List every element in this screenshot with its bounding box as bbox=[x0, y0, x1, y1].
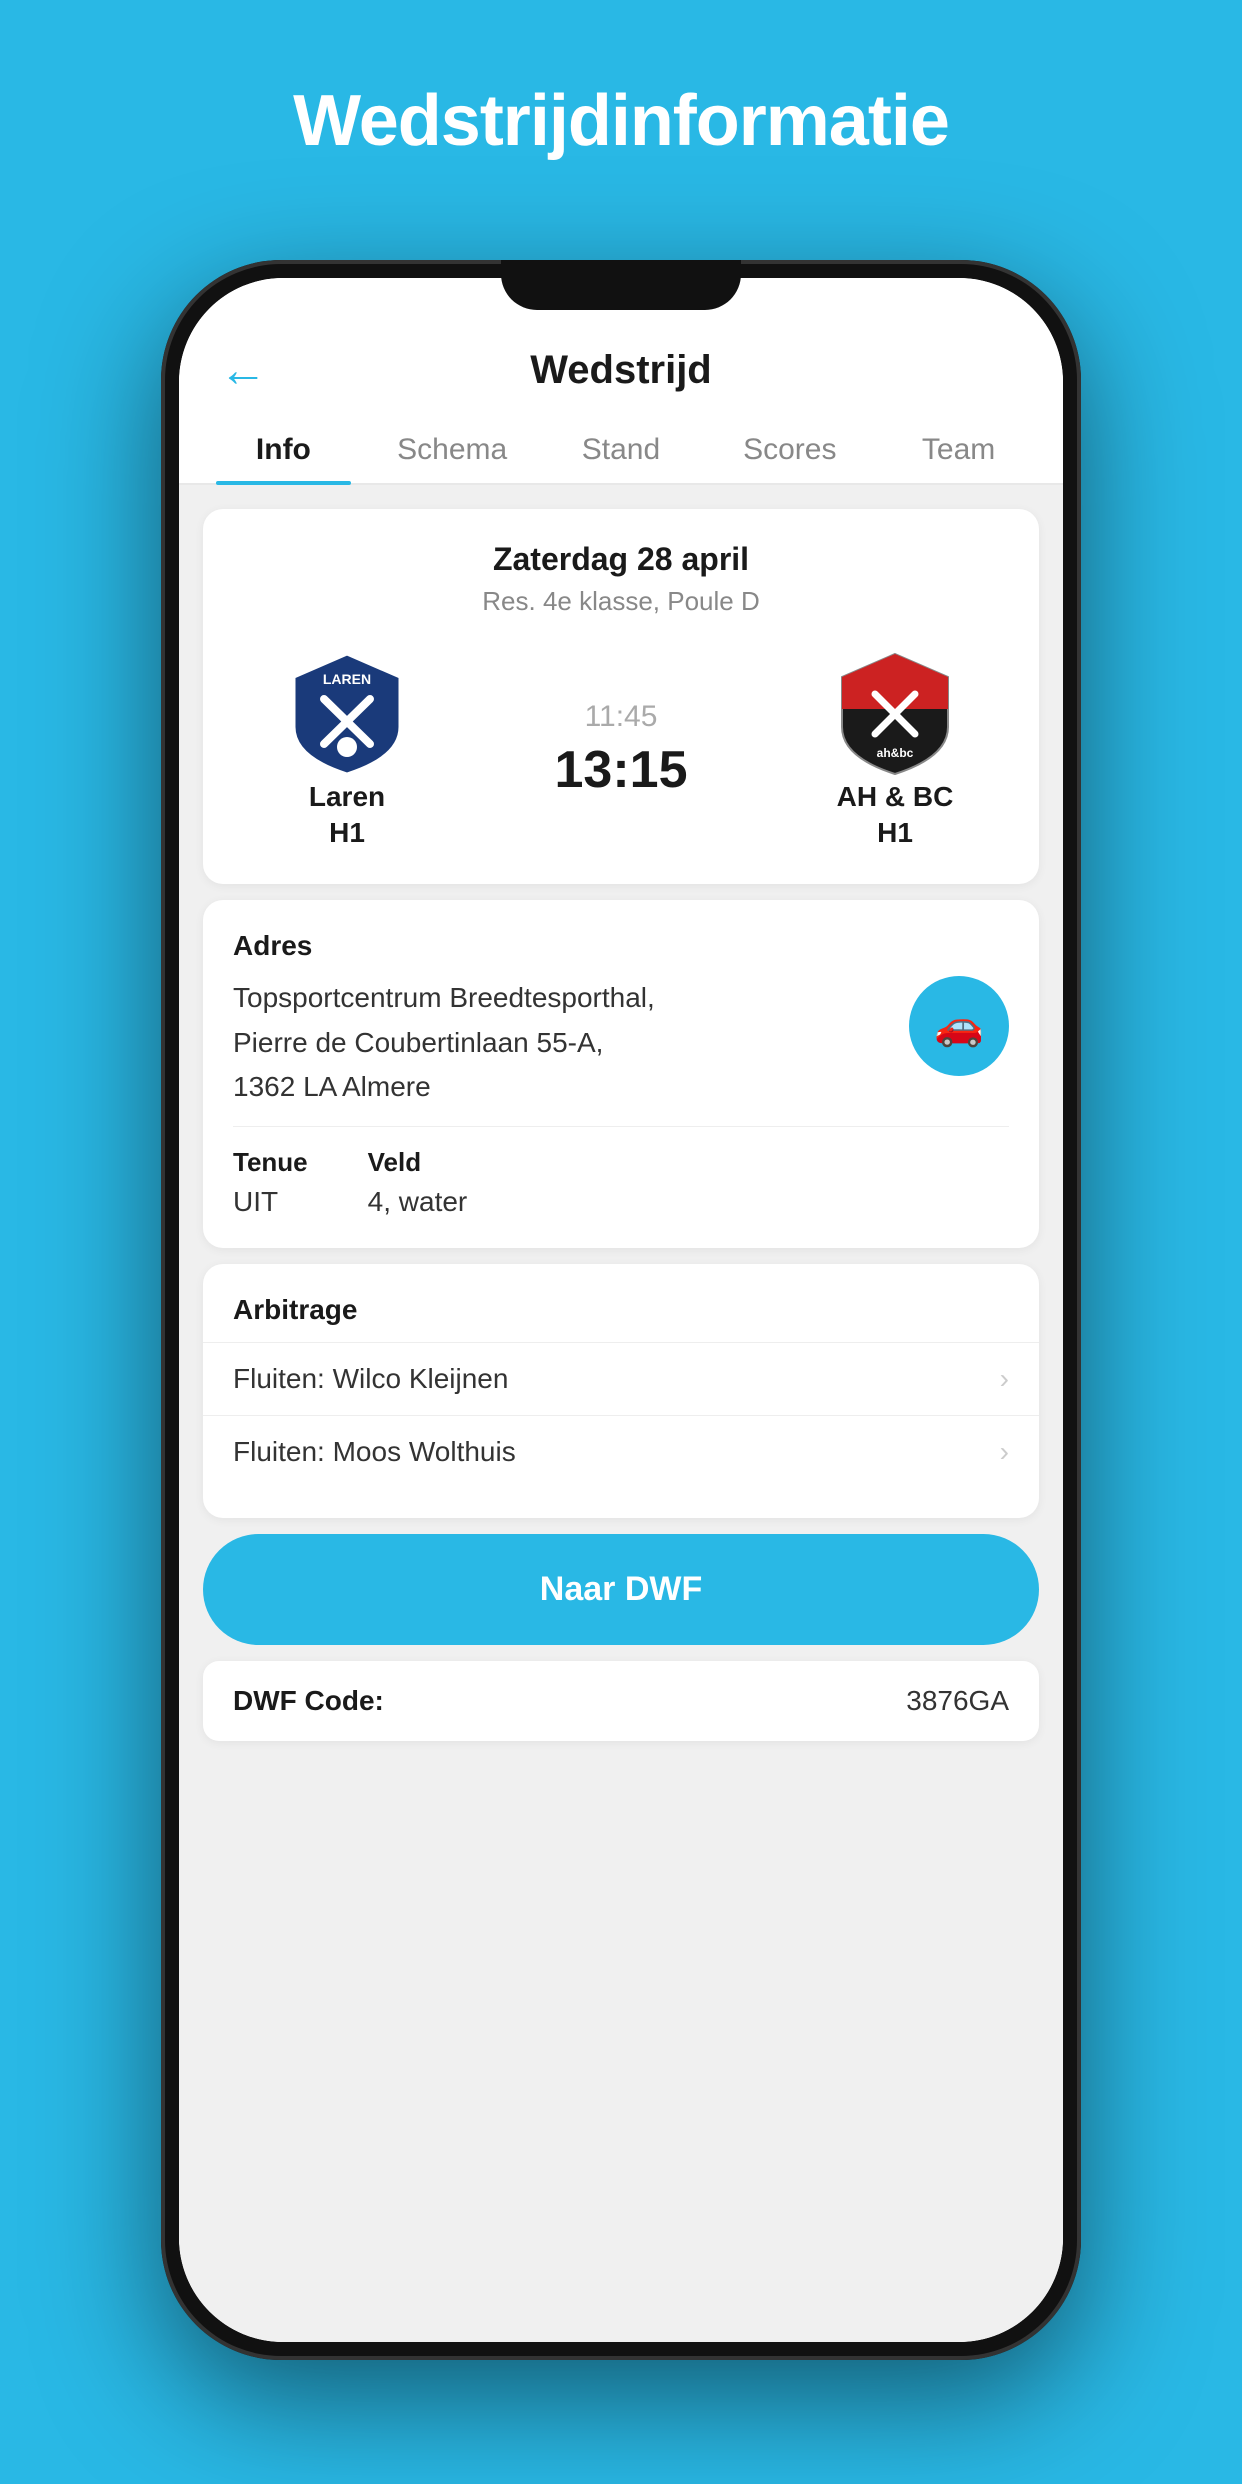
match-date: Zaterdag 28 april bbox=[227, 541, 1015, 578]
svg-text:LAREN: LAREN bbox=[323, 671, 371, 687]
arbitrage-name-1: Fluiten: Moos Wolthuis bbox=[233, 1436, 516, 1468]
phone-screen: ← Wedstrijd Info Schema Stand Scores Tea… bbox=[179, 278, 1063, 2342]
dwf-button[interactable]: Naar DWF bbox=[203, 1534, 1039, 1645]
home-team-block: LAREN Laren H1 bbox=[237, 649, 457, 852]
header-title: Wedstrijd bbox=[530, 348, 712, 393]
phone-notch bbox=[501, 260, 741, 310]
address-label: Adres bbox=[233, 930, 1009, 962]
arbitrage-section: Arbitrage Fluiten: Wilco Kleijnen › Flui… bbox=[203, 1264, 1039, 1518]
veld-label: Veld bbox=[368, 1147, 468, 1178]
match-score: 13:15 bbox=[555, 740, 688, 800]
address-text: Topsportcentrum Breedtesporthal,Pierre d… bbox=[233, 976, 889, 1110]
svg-text:ah&bc: ah&bc bbox=[877, 746, 914, 760]
dwf-section: Naar DWF bbox=[203, 1534, 1039, 1645]
tab-bar: Info Schema Stand Scores Team bbox=[179, 413, 1063, 485]
tenue-veld-row: Tenue UIT Veld 4, water bbox=[233, 1126, 1009, 1218]
arbitrage-item-1[interactable]: Fluiten: Moos Wolthuis › bbox=[203, 1415, 1039, 1488]
chevron-right-icon-1: › bbox=[1000, 1436, 1009, 1468]
arbitrage-label: Arbitrage bbox=[203, 1294, 1039, 1342]
address-row: Topsportcentrum Breedtesporthal,Pierre d… bbox=[233, 976, 1009, 1110]
phone-frame: ← Wedstrijd Info Schema Stand Scores Tea… bbox=[161, 260, 1081, 2360]
match-class: Res. 4e klasse, Poule D bbox=[227, 586, 1015, 617]
content-area: Zaterdag 28 april Res. 4e klasse, Poule … bbox=[179, 485, 1063, 2342]
veld-value: 4, water bbox=[368, 1186, 468, 1218]
car-icon: 🚗 bbox=[934, 1002, 984, 1049]
dwf-code-value: 3876GA bbox=[906, 1685, 1009, 1717]
away-team-name: AH & BC H1 bbox=[837, 779, 954, 852]
score-block: 11:45 13:15 bbox=[457, 700, 785, 800]
home-team-name: Laren H1 bbox=[309, 779, 385, 852]
dwf-code-row: DWF Code: 3876GA bbox=[203, 1661, 1039, 1741]
match-time: 11:45 bbox=[585, 700, 658, 734]
away-team-logo: ah&bc bbox=[830, 649, 960, 779]
away-team-block: ah&bc AH & BC H1 bbox=[785, 649, 1005, 852]
tenue-value: UIT bbox=[233, 1186, 308, 1218]
arbitrage-name-0: Fluiten: Wilco Kleijnen bbox=[233, 1363, 508, 1395]
address-section: Adres Topsportcentrum Breedtesporthal,Pi… bbox=[203, 900, 1039, 1248]
tab-info[interactable]: Info bbox=[199, 413, 368, 483]
back-button[interactable]: ← bbox=[219, 343, 267, 398]
veld-block: Veld 4, water bbox=[368, 1147, 468, 1218]
tab-stand[interactable]: Stand bbox=[537, 413, 706, 483]
screen-inner: ← Wedstrijd Info Schema Stand Scores Tea… bbox=[179, 278, 1063, 2342]
page-background-title: Wedstrijdinformatie bbox=[0, 0, 1242, 162]
tenue-block: Tenue UIT bbox=[233, 1147, 308, 1218]
arbitrage-item-0[interactable]: Fluiten: Wilco Kleijnen › bbox=[203, 1342, 1039, 1415]
tab-team[interactable]: Team bbox=[874, 413, 1043, 483]
chevron-right-icon-0: › bbox=[1000, 1363, 1009, 1395]
match-teams: LAREN Laren H1 11:45 13:15 bbox=[227, 649, 1015, 852]
tab-scores[interactable]: Scores bbox=[705, 413, 874, 483]
dwf-code-label: DWF Code: bbox=[233, 1685, 384, 1717]
navigate-button[interactable]: 🚗 bbox=[909, 976, 1009, 1076]
home-team-logo: LAREN bbox=[282, 649, 412, 779]
tab-schema[interactable]: Schema bbox=[368, 413, 537, 483]
match-card: Zaterdag 28 april Res. 4e klasse, Poule … bbox=[203, 509, 1039, 884]
tenue-label: Tenue bbox=[233, 1147, 308, 1178]
